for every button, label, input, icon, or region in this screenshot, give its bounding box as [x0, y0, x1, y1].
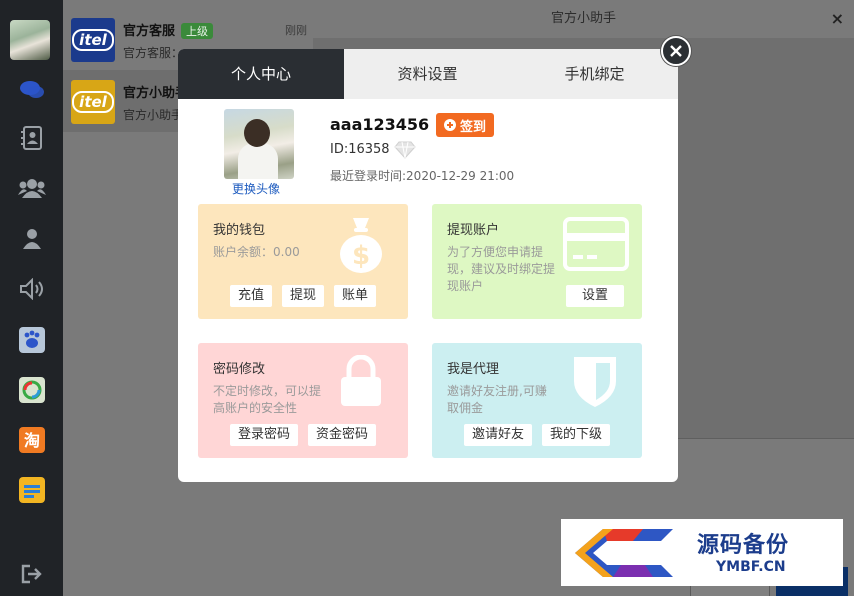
lock-icon — [341, 355, 381, 406]
watermark-logo: 码 源码备份 YMBF.CN — [561, 519, 843, 586]
withdraw-account-actions: 设置 — [432, 285, 642, 307]
tab-personal-center[interactable]: 个人中心 — [178, 49, 344, 99]
tencent-icon[interactable] — [0, 372, 63, 408]
card-title: 我的钱包 — [213, 223, 266, 238]
chat-title: 官方小助手 — [550, 11, 616, 26]
sign-in-label: 签到 — [460, 119, 487, 135]
svg-text:$: $ — [352, 241, 370, 271]
baidu-paw-icon[interactable] — [0, 322, 63, 358]
card-description: 不定时修改，可以提高账户的安全性 — [213, 384, 322, 415]
watermark-glyph: 码 — [575, 529, 673, 577]
speaker-icon[interactable] — [0, 271, 63, 307]
watermark-title: 源码备份 — [697, 533, 790, 558]
agent-card: 我是代理 邀请好友注册,可赚取佣金 邀请好友 我的下级 — [432, 343, 642, 458]
superior-badge: 上级 — [181, 23, 214, 39]
modal-tabs: 个人中心 资料设置 手机绑定 — [178, 49, 678, 99]
card-title: 密码修改 — [213, 362, 266, 377]
recharge-button[interactable]: 充值 — [229, 285, 272, 307]
svg-text:码: 码 — [620, 544, 642, 569]
conversation-logo: itel — [71, 80, 115, 124]
app-icon[interactable] — [0, 472, 63, 508]
card-title: 我是代理 — [447, 362, 500, 377]
invite-friends-button[interactable]: 邀请好友 — [463, 424, 532, 446]
chat-header: 官方小助手 × — [313, 0, 854, 38]
wallet-card: 我的钱包 账户余额：0.00 $ 充值 提现 账单 — [198, 204, 408, 319]
username: aaa123456 — [330, 115, 430, 134]
user-id: ID:16358 — [330, 142, 390, 157]
conversation-logo: itel — [71, 18, 115, 62]
withdraw-button[interactable]: 提现 — [281, 285, 324, 307]
conversation-name: 官方客服 上级 — [123, 20, 214, 39]
svg-text:淘: 淘 — [23, 431, 39, 450]
my-subordinates-button[interactable]: 我的下级 — [542, 424, 611, 446]
conversation-time: 刚刚 — [285, 24, 307, 37]
fund-password-button[interactable]: 资金密码 — [308, 424, 377, 446]
logout-icon[interactable] — [0, 556, 63, 592]
balance-text: 账户余额：0.00 — [213, 245, 300, 259]
withdraw-account-card: 提现账户 为了方便您申请提现，建议及时绑定提现账户 设置 — [432, 204, 642, 319]
user-avatar[interactable] — [10, 20, 50, 60]
card-description: 邀请好友注册,可赚取佣金 — [447, 384, 547, 415]
vip-diamond-icon — [394, 141, 416, 159]
tab-phone-binding[interactable]: 手机绑定 — [511, 49, 678, 99]
card-title: 提现账户 — [447, 223, 500, 238]
watermark-domain: YMBF.CN — [716, 559, 786, 575]
personal-center-modal: 个人中心 资料设置 手机绑定 更换头像 aaa123456 签到 ID:1635… — [178, 36, 691, 482]
login-password-button[interactable]: 登录密码 — [229, 424, 298, 446]
password-card: 密码修改 不定时修改，可以提高账户的安全性 登录密码 资金密码 — [198, 343, 408, 458]
icon-sidebar: 淘 — [0, 0, 63, 596]
chat-icon[interactable] — [0, 72, 63, 108]
agent-actions: 邀请好友 我的下级 — [432, 424, 642, 446]
change-avatar-link[interactable]: 更换头像 — [232, 180, 280, 197]
last-login-time: 最近登录时间:2020-12-29 21:00 — [330, 169, 515, 183]
contacts-icon[interactable] — [0, 120, 63, 156]
group-icon[interactable] — [0, 170, 63, 206]
wallet-actions: 充值 提现 账单 — [198, 285, 408, 307]
bank-card-icon — [563, 217, 629, 271]
user-icon[interactable] — [0, 220, 63, 256]
plus-icon — [444, 119, 456, 131]
profile-avatar[interactable] — [224, 109, 294, 179]
setup-button[interactable]: 设置 — [565, 285, 624, 307]
bill-button[interactable]: 账单 — [334, 285, 377, 307]
money-bag-icon: $ — [340, 218, 382, 273]
shield-icon — [574, 357, 616, 407]
sign-in-button[interactable]: 签到 — [436, 113, 495, 137]
tab-profile-settings[interactable]: 资料设置 — [344, 49, 511, 99]
window-close-icon[interactable]: × — [831, 0, 844, 38]
taobao-icon[interactable]: 淘 — [0, 422, 63, 458]
password-actions: 登录密码 资金密码 — [198, 424, 408, 446]
modal-close-icon[interactable] — [661, 36, 691, 66]
